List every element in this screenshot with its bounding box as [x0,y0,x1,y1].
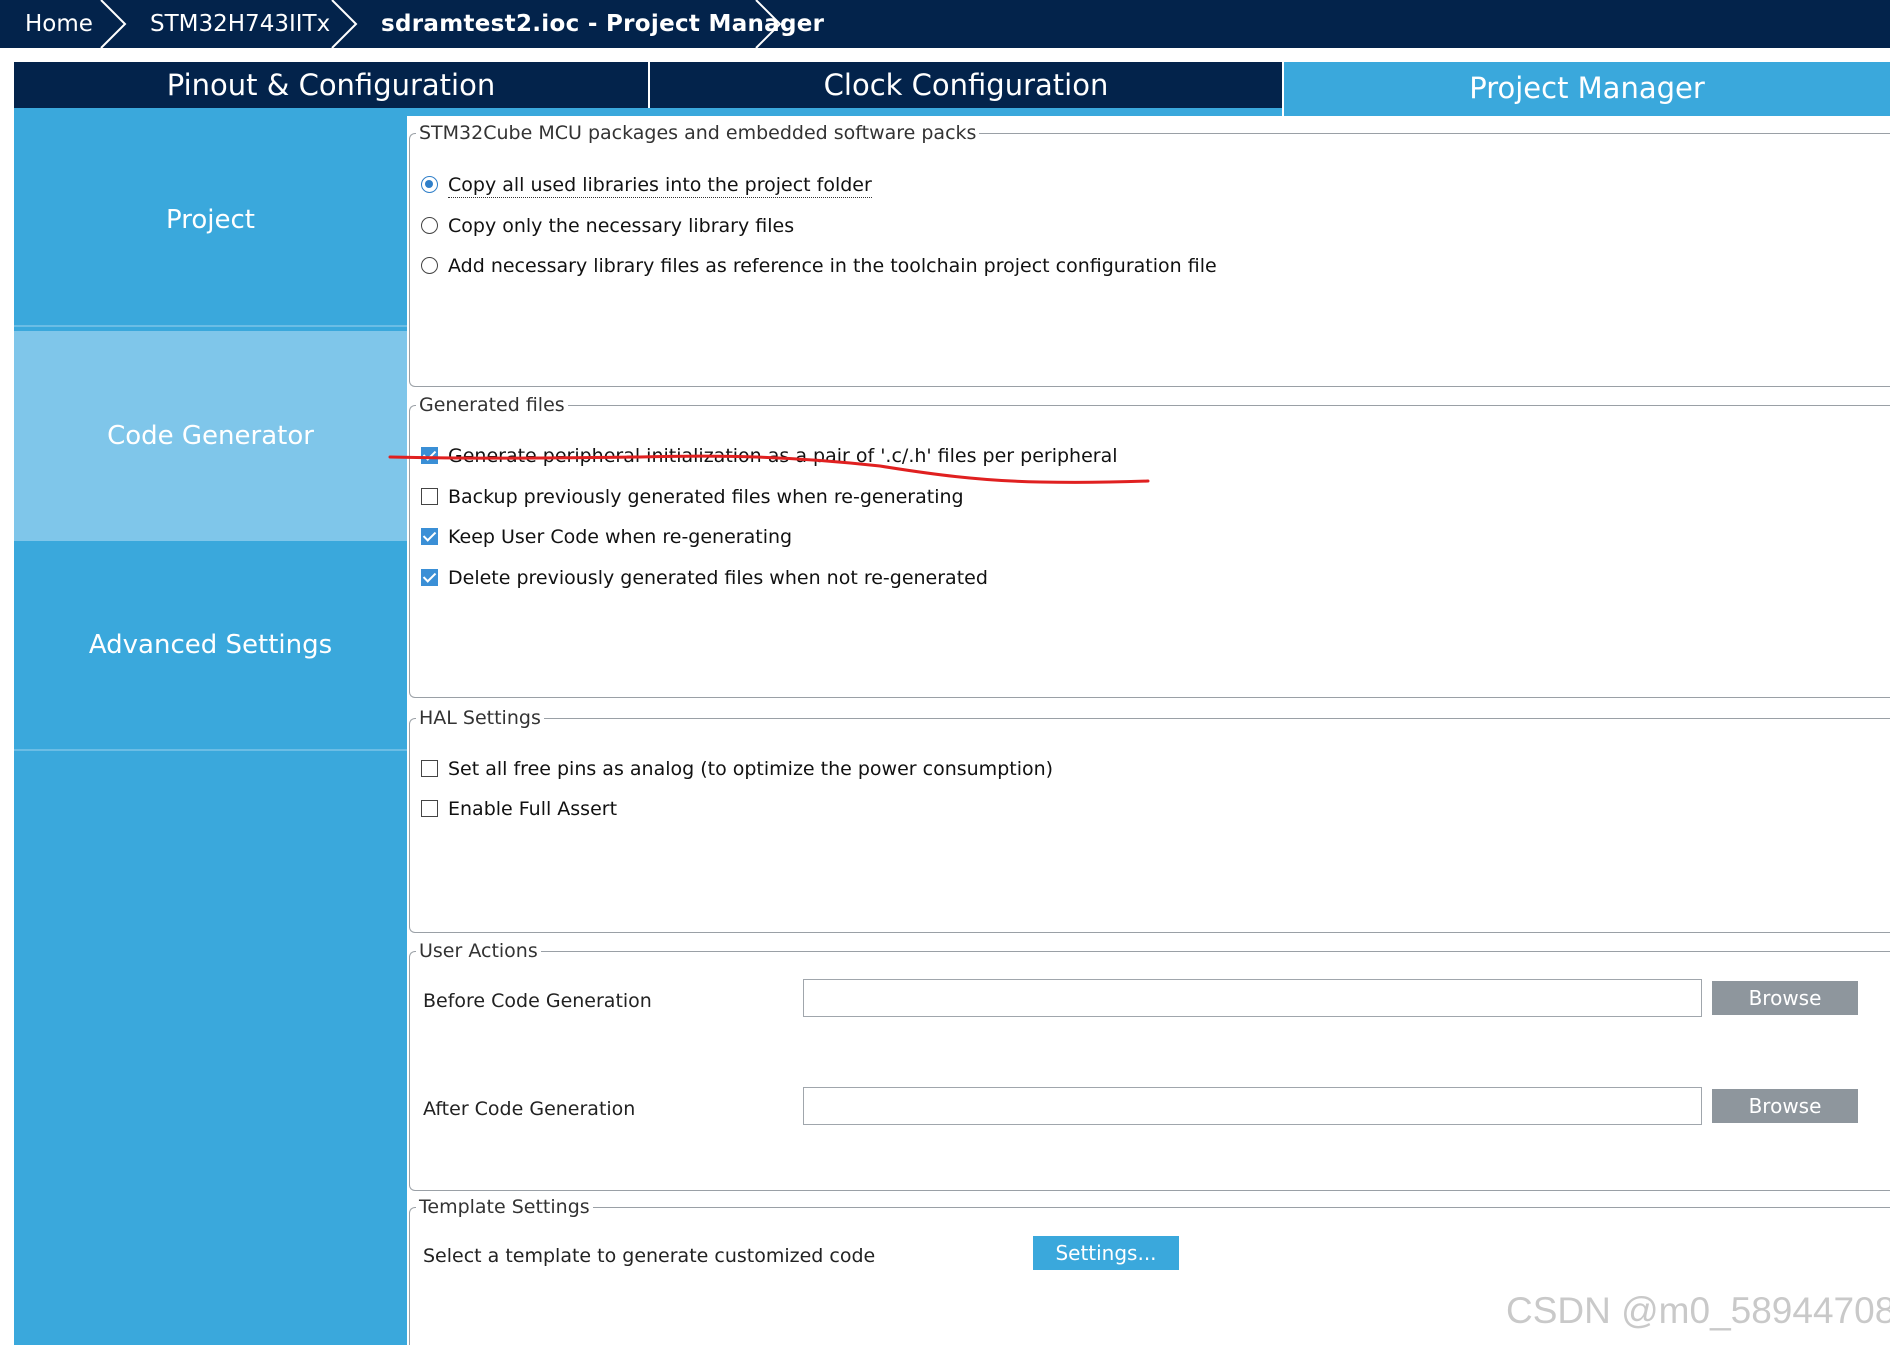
group-title: HAL Settings [416,707,544,729]
radio-button[interactable] [421,176,438,193]
option-label: Set all free pins as analog (to optimize… [448,758,1054,780]
sidebar-item-project[interactable]: Project [14,116,407,325]
hal-settings-group: HAL Settings Set all free pins as analog… [409,707,1890,933]
sidebar-divider [14,749,407,751]
after-code-generation-input[interactable] [803,1087,1702,1125]
breadcrumb-device[interactable]: STM32H743IITx [150,0,330,48]
checkbox[interactable] [421,528,438,545]
option-label: Enable Full Assert [448,798,618,820]
tab-pinout-configuration[interactable]: Pinout & Configuration [14,62,648,108]
breadcrumb: Home STM32H743IITx sdramtest2.ioc - Proj… [0,0,1890,48]
checkbox[interactable] [421,569,438,586]
code-generator-panel: STM32Cube MCU packages and embedded soft… [407,116,1890,1345]
chevron-right-icon [755,0,782,48]
checkbox[interactable] [421,488,438,505]
tab-clock-configuration[interactable]: Clock Configuration [650,62,1282,108]
chevron-right-icon [331,0,358,48]
group-title: User Actions [416,940,541,962]
chevron-right-icon [100,0,127,48]
generated-files-group: Generated files Generate peripheral init… [409,394,1890,698]
option-label: Copy all used libraries into the project… [448,174,872,198]
radio-button[interactable] [421,257,438,274]
user-actions-group: User Actions Before Code Generation Brow… [409,940,1890,1191]
option-label: Generate peripheral initialization as a … [448,445,1118,467]
before-browse-button[interactable]: Browse [1712,981,1858,1015]
breadcrumb-home[interactable]: Home [25,0,93,48]
group-title: STM32Cube MCU packages and embedded soft… [416,122,980,144]
option-label: Copy only the necessary library files [448,215,795,237]
tab-underline [14,108,1282,116]
option-label: Delete previously generated files when n… [448,567,988,589]
sidebar-item-code-generator[interactable]: Code Generator [14,331,407,541]
sidebar-item-advanced-settings[interactable]: Advanced Settings [14,541,407,749]
after-browse-button[interactable]: Browse [1712,1089,1858,1123]
group-title: Generated files [416,394,568,416]
before-code-generation-label: Before Code Generation [423,990,652,1012]
after-code-generation-label: After Code Generation [423,1098,636,1120]
packs-group: STM32Cube MCU packages and embedded soft… [409,122,1890,387]
group-title: Template Settings [416,1196,593,1218]
checkbox[interactable] [421,760,438,777]
before-code-generation-input[interactable] [803,979,1702,1017]
option-label: Backup previously generated files when r… [448,486,964,508]
sidebar-divider [14,325,407,327]
option-label: Add necessary library files as reference… [448,255,1217,277]
template-label: Select a template to generate customized… [423,1245,876,1267]
option-label: Keep User Code when re-generating [448,526,793,548]
tab-project-manager[interactable]: Project Manager [1284,62,1890,116]
radio-button[interactable] [421,217,438,234]
watermark: CSDN @m0_58944708 [1506,1290,1890,1331]
sidebar: Project Code Generator Advanced Settings [14,116,407,1345]
checkbox[interactable] [421,447,438,464]
checkbox[interactable] [421,800,438,817]
template-settings-button[interactable]: Settings... [1033,1236,1179,1270]
